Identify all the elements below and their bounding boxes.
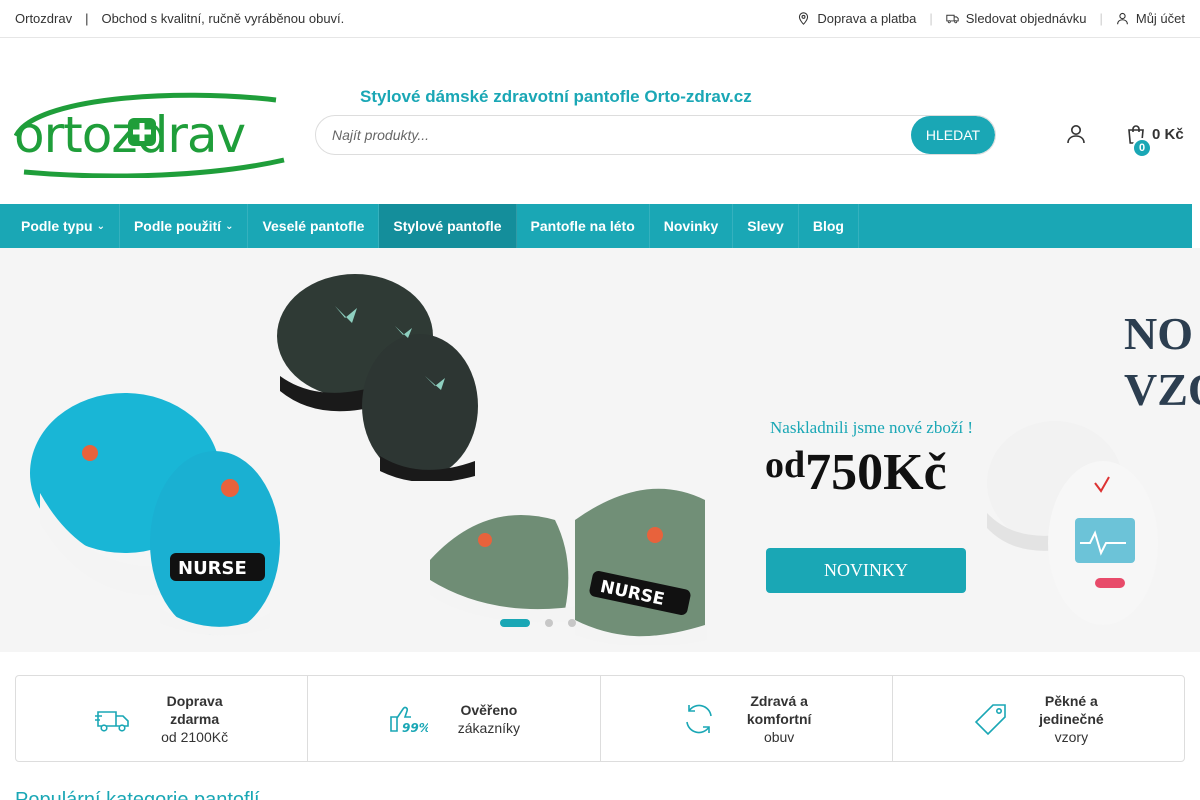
topbar-slogan: Obchod s kvalitní, ručně vyráběnou obuví… bbox=[101, 11, 345, 26]
section-title: Populární kategorie pantoflí bbox=[15, 789, 260, 800]
chevron-down-icon: ⌄ bbox=[225, 220, 234, 232]
feature-verified: 99% Ověřeno zákazníky bbox=[308, 676, 601, 761]
user-icon bbox=[1116, 12, 1128, 25]
topbar-brand[interactable]: Ortozdrav bbox=[15, 11, 72, 26]
cart-count-badge: 0 bbox=[1132, 138, 1152, 158]
feature-line1: Ověřeno bbox=[460, 701, 518, 718]
my-account-label: Můj účet bbox=[1135, 11, 1185, 26]
header: ortozdrav Stylové dámské zdravotní panto… bbox=[0, 38, 1200, 204]
main-navigation: Podle typu ⌄ Podle použití ⌄ Veselé pantof… bbox=[0, 204, 1192, 248]
truck-icon bbox=[946, 14, 959, 24]
nav-label: Stylové pantofle bbox=[393, 218, 502, 234]
hero-slider: NURSE NURSE Naskladnili jsme nové zboží … bbox=[0, 248, 1200, 652]
feature-line2: zdarma bbox=[170, 710, 220, 727]
refresh-icon bbox=[686, 704, 712, 733]
header-tagline: Stylové dámské zdravotní pantofle Orto-z… bbox=[360, 87, 752, 106]
slider-dot-3[interactable] bbox=[568, 619, 576, 627]
cart-button[interactable]: 0 0 Kč bbox=[1126, 124, 1184, 158]
hero-headline-line1: NO bbox=[1124, 308, 1193, 359]
hero-subtitle: Naskladnili jsme nové zboží ! bbox=[770, 418, 974, 437]
location-pin-icon bbox=[799, 12, 809, 25]
feature-line2: zákazníky bbox=[457, 719, 520, 736]
feature-line1: Doprava bbox=[166, 692, 223, 709]
svg-text:99%: 99% bbox=[402, 721, 428, 735]
nav-item-slevy[interactable]: Slevy bbox=[733, 204, 799, 248]
tag-icon bbox=[974, 703, 1006, 735]
features-bar: Doprava zdarma od 2100Kč 99% Ověřeno zákazn… bbox=[15, 675, 1185, 762]
cart-amount: 0 Kč bbox=[1152, 125, 1184, 143]
slider-dots bbox=[500, 619, 576, 627]
account-icon[interactable] bbox=[1066, 124, 1086, 144]
delivery-truck-icon bbox=[95, 710, 129, 732]
shipping-payment-label: Doprava a platba bbox=[817, 11, 917, 26]
nav-item-blog[interactable]: Blog bbox=[799, 204, 859, 248]
feature-free-shipping: Doprava zdarma od 2100Kč bbox=[16, 676, 309, 761]
black-butterfly-slipper-image bbox=[277, 274, 478, 481]
nav-label: Slevy bbox=[747, 218, 784, 234]
divider: | bbox=[85, 11, 89, 26]
site-logo[interactable]: ortozdrav bbox=[14, 90, 286, 178]
hero-price: od750Kč bbox=[765, 443, 947, 502]
nav-item-podle-pouziti[interactable]: Podle použití ⌄ bbox=[120, 204, 249, 248]
search-input[interactable] bbox=[316, 116, 995, 154]
shipping-payment-link[interactable]: Doprava a platba bbox=[797, 11, 916, 26]
slider-dot-1[interactable] bbox=[500, 619, 530, 627]
nav-item-vesele-pantofle[interactable]: Veselé pantofle bbox=[248, 204, 380, 248]
feature-line3: obuv bbox=[763, 728, 795, 745]
feature-line2: jedinečné bbox=[1039, 710, 1104, 727]
hero-headline: NO VZO bbox=[1124, 306, 1200, 418]
track-order-link[interactable]: Sledovat objednávku bbox=[946, 11, 1087, 26]
nav-label: Blog bbox=[812, 218, 844, 234]
nav-item-stylove-pantofle[interactable]: Stylové pantofle bbox=[379, 204, 517, 248]
nav-item-pantofle-na-leto[interactable]: Pantofle na léto bbox=[517, 204, 650, 248]
my-account-link[interactable]: Můj účet bbox=[1116, 11, 1185, 26]
nav-label: Veselé pantofle bbox=[262, 218, 365, 234]
track-order-label: Sledovat objednávku bbox=[965, 11, 1087, 26]
feature-line1: Zdravá a bbox=[750, 692, 808, 709]
search-bar: HLEDAT bbox=[315, 115, 996, 155]
feature-line3: od 2100Kč bbox=[161, 728, 229, 745]
nav-label: Podle typu bbox=[21, 218, 93, 234]
blue-nurse-slipper-image: NURSE bbox=[30, 393, 280, 636]
nav-item-novinky[interactable]: Novinky bbox=[650, 204, 734, 248]
search-button[interactable]: HLEDAT bbox=[911, 116, 995, 154]
nav-label: Pantofle na léto bbox=[530, 218, 635, 234]
top-bar: Ortozdrav | Obchod s kvalitní, ručně vyr… bbox=[0, 0, 1200, 38]
nav-label: Podle použití bbox=[133, 218, 222, 234]
slider-dot-2[interactable] bbox=[545, 619, 553, 627]
feature-designs: Pěkné a jedinečné vzory bbox=[893, 676, 1184, 761]
feature-line2: komfortní bbox=[746, 710, 812, 727]
feature-line3: vzory bbox=[1054, 728, 1089, 745]
hero-headline-line2: VZO bbox=[1124, 364, 1200, 415]
feature-line1: Pěkné a bbox=[1044, 692, 1098, 709]
divider: | bbox=[1099, 11, 1103, 26]
nav-label: Novinky bbox=[663, 218, 719, 234]
novinky-button[interactable]: NOVINKY bbox=[766, 548, 966, 593]
white-medical-slipper-image bbox=[987, 421, 1158, 625]
hero-price-prefix: od bbox=[765, 444, 806, 486]
thumbs-up-99-icon: 99% bbox=[389, 706, 428, 735]
hero-price-value: 750Kč bbox=[805, 444, 947, 501]
divider: | bbox=[929, 11, 933, 26]
feature-comfort: Zdravá a komfortní obuv bbox=[601, 676, 893, 761]
chevron-down-icon: ⌄ bbox=[96, 220, 105, 232]
nav-item-podle-typu[interactable]: Podle typu ⌄ bbox=[0, 204, 120, 248]
svg-text:NURSE: NURSE bbox=[178, 558, 247, 579]
